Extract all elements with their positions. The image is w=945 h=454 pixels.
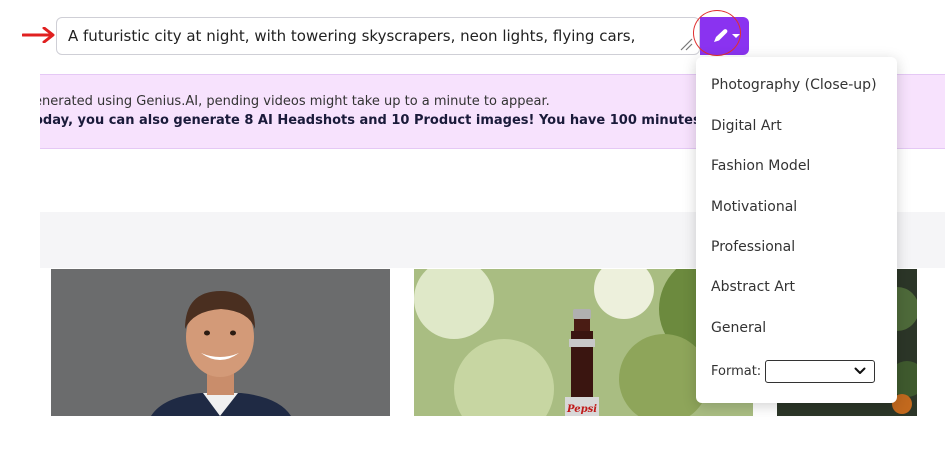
prompt-input[interactable]: A futuristic city at night, with towerin… bbox=[56, 17, 700, 55]
menu-item-photography[interactable]: Photography (Close-up) bbox=[711, 77, 877, 93]
style-dropdown-menu: Photography (Close-up) Digital Art Fashi… bbox=[696, 57, 897, 403]
menu-item-digital-art[interactable]: Digital Art bbox=[711, 118, 782, 134]
menu-item-abstract-art[interactable]: Abstract Art bbox=[711, 279, 795, 295]
menu-item-professional[interactable]: Professional bbox=[711, 239, 795, 255]
notice-quota-text: oday, you can also generate 8 AI Headsho… bbox=[40, 113, 731, 128]
bottle-label: Pepsi bbox=[566, 404, 597, 415]
resize-grip-icon[interactable] bbox=[679, 37, 693, 51]
right-arrow-icon bbox=[22, 27, 55, 43]
menu-item-fashion-model[interactable]: Fashion Model bbox=[711, 158, 810, 174]
page: A futuristic city at night, with towerin… bbox=[0, 0, 945, 454]
caret-down-icon bbox=[732, 34, 740, 38]
style-picker-button[interactable] bbox=[700, 17, 749, 55]
pen-icon bbox=[714, 29, 728, 42]
prompt-text[interactable]: A futuristic city at night, with towerin… bbox=[68, 27, 635, 45]
format-label: Format: bbox=[711, 364, 762, 379]
headshot-image bbox=[51, 269, 390, 416]
chevron-down-icon bbox=[854, 367, 866, 374]
menu-item-motivational[interactable]: Motivational bbox=[711, 199, 797, 215]
generated-image-headshot[interactable] bbox=[51, 269, 390, 416]
format-select[interactable] bbox=[765, 360, 875, 383]
notice-text: enerated using Genius.AI, pending videos… bbox=[40, 94, 550, 109]
menu-item-general[interactable]: General bbox=[711, 320, 766, 336]
